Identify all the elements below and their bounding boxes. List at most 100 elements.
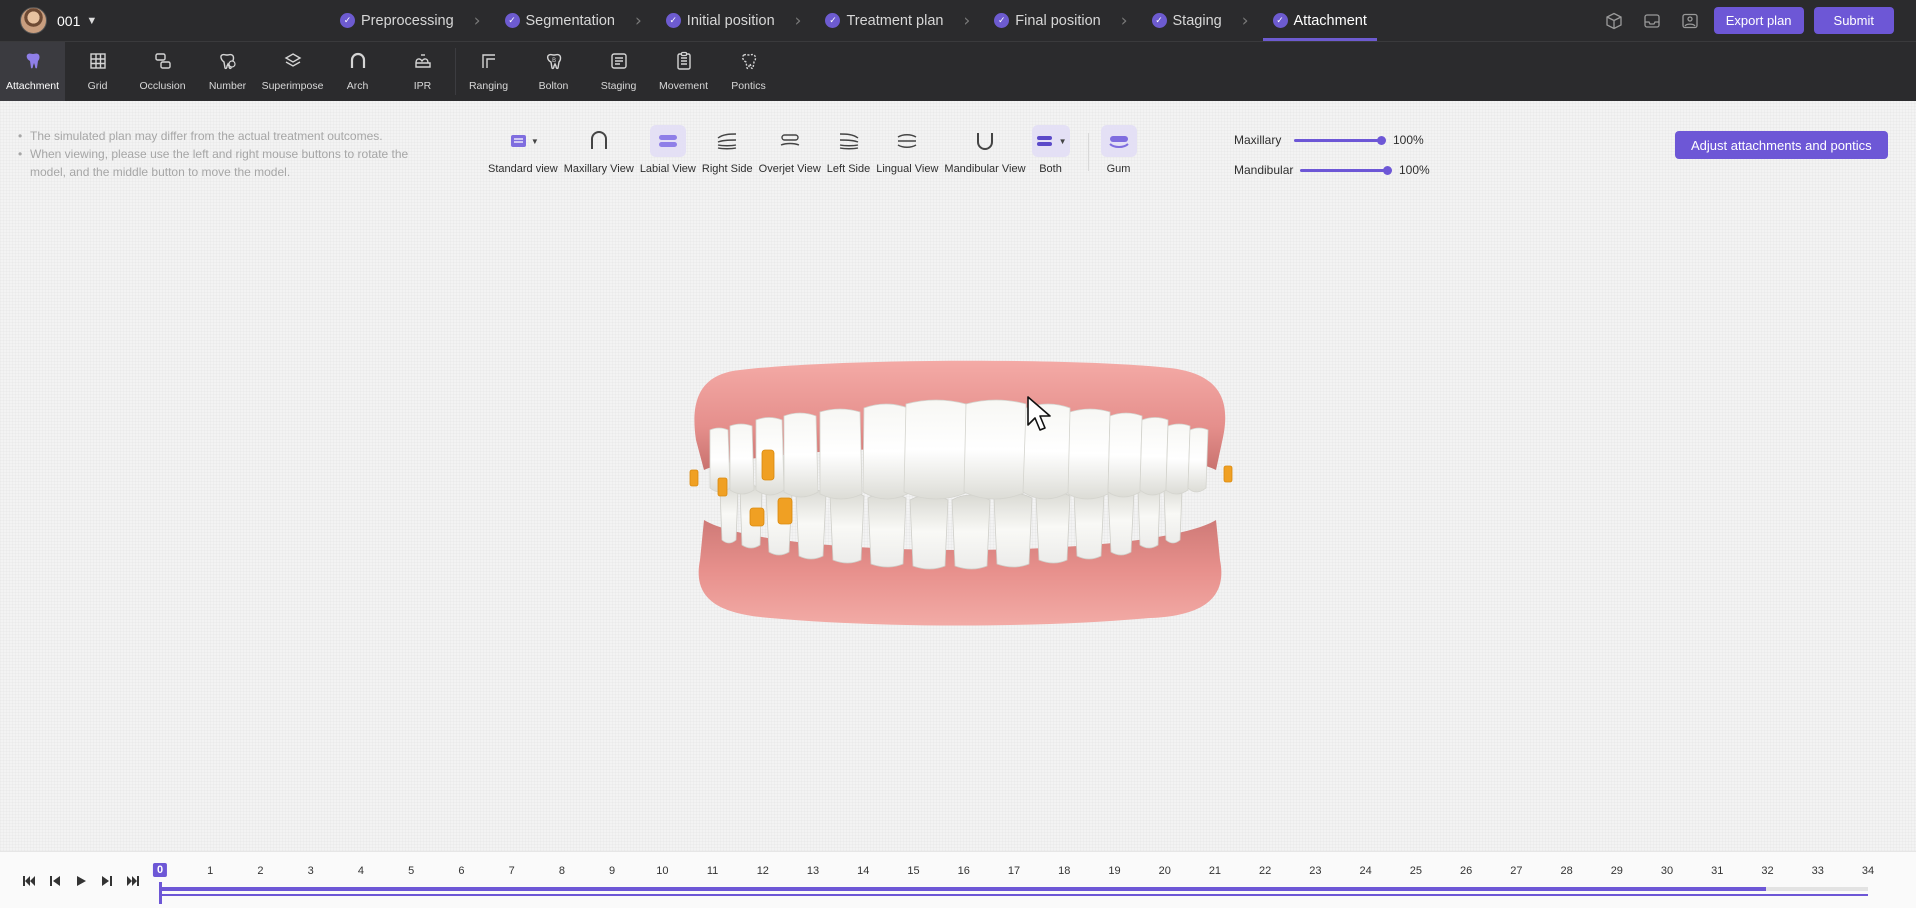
stage-tick[interactable]: 1 bbox=[207, 865, 213, 877]
tool-occlusion[interactable]: Occlusion bbox=[130, 42, 195, 101]
stage-tick[interactable]: 9 bbox=[609, 865, 615, 877]
mandibular-slider[interactable] bbox=[1300, 165, 1392, 175]
view-overjet-view[interactable]: Overjet View bbox=[759, 125, 821, 175]
play-icon[interactable] bbox=[72, 874, 89, 888]
attachment bbox=[777, 497, 793, 525]
chevron-down-icon[interactable]: ▼ bbox=[86, 15, 97, 27]
stage-tick[interactable]: 25 bbox=[1410, 865, 1422, 877]
tool-movement[interactable]: Movement bbox=[651, 42, 716, 101]
lower-tooth bbox=[951, 494, 991, 570]
current-stage[interactable]: 0 bbox=[152, 863, 168, 877]
view-both[interactable]: ▼ Both bbox=[1031, 125, 1070, 175]
stage-tick[interactable]: 6 bbox=[458, 865, 464, 877]
cube-icon[interactable] bbox=[1600, 8, 1628, 34]
step-segmentation[interactable]: ✓ Segmentation › bbox=[504, 0, 666, 41]
tool-attachment[interactable]: Attachment bbox=[0, 42, 65, 101]
stage-tick[interactable]: 21 bbox=[1209, 865, 1221, 877]
avatar[interactable] bbox=[20, 7, 47, 34]
stage-tick[interactable]: 15 bbox=[907, 865, 919, 877]
bolton-icon: B bbox=[544, 51, 564, 74]
stage-tick[interactable]: 13 bbox=[807, 865, 819, 877]
stage-ticks: 0 1 2 3 4 5 6 7 8 9 10 11 12 13 14 15 16 17 18 19 20 21 22 23 24… bbox=[152, 863, 1874, 885]
tool-arch[interactable]: Arch bbox=[325, 42, 390, 101]
step-preprocessing[interactable]: ✓ Preprocessing › bbox=[340, 0, 505, 41]
tool-staging[interactable]: Staging bbox=[586, 42, 651, 101]
step-back-icon[interactable] bbox=[46, 874, 63, 888]
image-icon[interactable] bbox=[1676, 8, 1704, 34]
step-forward-icon[interactable] bbox=[98, 874, 115, 888]
maxillary-slider-handle[interactable] bbox=[1377, 135, 1386, 145]
step-staging[interactable]: ✓ Staging › bbox=[1151, 0, 1273, 41]
tool-bolton[interactable]: B Bolton bbox=[521, 42, 586, 101]
stage-tick[interactable]: 14 bbox=[857, 865, 869, 877]
tool-number[interactable]: Number bbox=[195, 42, 260, 101]
view-labial-view[interactable]: Labial View bbox=[640, 125, 696, 175]
stage-tick[interactable]: 18 bbox=[1058, 865, 1070, 877]
tool-ipr[interactable]: IPR bbox=[390, 42, 455, 101]
tool-ranging[interactable]: Ranging bbox=[456, 42, 521, 101]
right-side-icon bbox=[709, 125, 745, 157]
chevron-down-icon[interactable]: ▼ bbox=[1059, 137, 1067, 146]
maxillary-slider[interactable] bbox=[1294, 135, 1386, 145]
dental-model[interactable] bbox=[680, 360, 1240, 630]
stage-tick[interactable]: 26 bbox=[1460, 865, 1472, 877]
stage-tick[interactable]: 22 bbox=[1259, 865, 1271, 877]
occlusion-icon bbox=[153, 51, 173, 74]
gum-icon bbox=[1100, 125, 1137, 157]
skip-to-start-icon[interactable] bbox=[20, 874, 37, 888]
step-initial-position[interactable]: ✓ Initial position › bbox=[665, 0, 826, 41]
export-plan-button[interactable]: Export plan bbox=[1713, 7, 1804, 34]
stage-tick[interactable]: 20 bbox=[1159, 865, 1171, 877]
workflow-steps: ✓ Preprocessing › ✓ Segmentation › ✓ Initial po… bbox=[340, 0, 1378, 41]
upper-tooth bbox=[1107, 412, 1143, 498]
user-name: 001 bbox=[57, 12, 81, 29]
view-maxillary-view[interactable]: Maxillary View bbox=[564, 125, 634, 175]
stage-tick[interactable]: 17 bbox=[1008, 865, 1020, 877]
stage-tick[interactable]: 16 bbox=[958, 865, 970, 877]
step-treatment-plan[interactable]: ✓ Treatment plan › bbox=[825, 0, 994, 41]
stage-tick[interactable]: 23 bbox=[1309, 865, 1321, 877]
adjust-attachments-button[interactable]: Adjust attachments and pontics bbox=[1675, 131, 1888, 159]
tool-superimpose[interactable]: Superimpose bbox=[260, 42, 325, 101]
stage-tick[interactable]: 8 bbox=[559, 865, 565, 877]
stage-tick[interactable]: 7 bbox=[509, 865, 515, 877]
stage-tick[interactable]: 29 bbox=[1611, 865, 1623, 877]
lingual-view-icon bbox=[889, 125, 925, 157]
tool-grid[interactable]: Grid bbox=[65, 42, 130, 101]
stage-tick[interactable]: 2 bbox=[257, 865, 263, 877]
step-attachment[interactable]: ✓ Attachment bbox=[1262, 0, 1378, 41]
stage-tick[interactable]: 31 bbox=[1711, 865, 1723, 877]
chevron-down-icon[interactable]: ▼ bbox=[531, 137, 539, 146]
stage-tick[interactable]: 30 bbox=[1661, 865, 1673, 877]
user-menu[interactable]: 001 ▼ bbox=[20, 7, 97, 34]
stage-tick[interactable]: 11 bbox=[707, 865, 718, 877]
step-final-position[interactable]: ✓ Final position › bbox=[994, 0, 1151, 41]
stage-tick[interactable]: 24 bbox=[1360, 865, 1372, 877]
view-standard-view[interactable]: ▼ Standard view bbox=[488, 125, 558, 175]
skip-to-end-icon[interactable] bbox=[124, 874, 141, 888]
submit-button[interactable]: Submit bbox=[1813, 7, 1894, 34]
both-jaws-icon: ▼ bbox=[1031, 125, 1070, 157]
view-lingual-view[interactable]: Lingual View bbox=[876, 125, 938, 175]
stage-tick[interactable]: 12 bbox=[757, 865, 769, 877]
stage-tick[interactable]: 33 bbox=[1812, 865, 1824, 877]
chevron-right-icon: › bbox=[473, 10, 481, 31]
stage-tick[interactable]: 28 bbox=[1560, 865, 1572, 877]
stage-tick[interactable]: 34 bbox=[1862, 865, 1874, 877]
tool-pontics[interactable]: Pontics bbox=[716, 42, 781, 101]
stage-tick[interactable]: 19 bbox=[1108, 865, 1120, 877]
stage-tick[interactable]: 4 bbox=[358, 865, 364, 877]
stage-tick[interactable]: 32 bbox=[1761, 865, 1773, 877]
mandibular-slider-handle[interactable] bbox=[1383, 165, 1392, 175]
view-right-side[interactable]: Right Side bbox=[702, 125, 753, 175]
inbox-icon[interactable] bbox=[1638, 8, 1666, 34]
timeline-handle[interactable] bbox=[159, 882, 162, 904]
view-mandibular-view[interactable]: Mandibular View bbox=[944, 125, 1026, 175]
stage-tick[interactable]: 10 bbox=[656, 865, 668, 877]
stage-tick[interactable]: 3 bbox=[308, 865, 314, 877]
view-left-side[interactable]: Left Side bbox=[827, 125, 870, 175]
view-label: Maxillary View bbox=[563, 163, 634, 175]
stage-tick[interactable]: 27 bbox=[1510, 865, 1522, 877]
stage-tick[interactable]: 5 bbox=[408, 865, 414, 877]
view-gum[interactable]: Gum bbox=[1100, 125, 1137, 175]
